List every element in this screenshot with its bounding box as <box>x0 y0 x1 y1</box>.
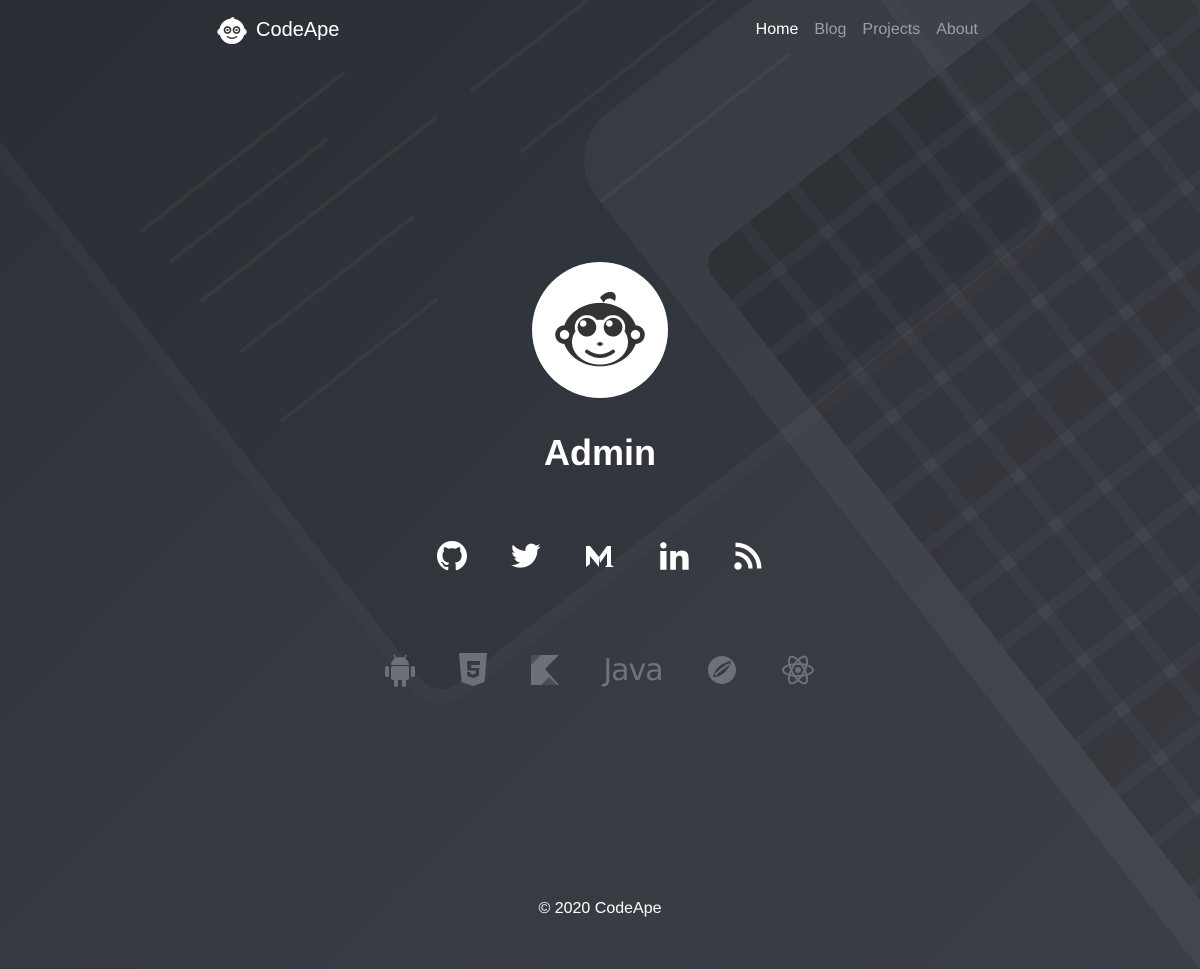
rss-icon[interactable] <box>732 538 764 574</box>
brand-link[interactable]: CodeApe <box>216 14 339 46</box>
monkey-logo-icon <box>217 17 247 45</box>
brand-name: CodeApe <box>256 18 340 41</box>
monkey-avatar-icon <box>555 291 645 367</box>
html5-icon <box>459 650 488 690</box>
top-navbar: CodeApe Home Blog Projects About <box>0 0 1200 64</box>
nav-blog[interactable]: Blog <box>814 21 846 39</box>
nav-home[interactable]: Home <box>756 21 799 39</box>
nav-about[interactable]: About <box>936 21 978 39</box>
spring-icon <box>707 650 737 690</box>
social-links <box>0 538 1200 574</box>
tech-stack: Java <box>0 650 1200 690</box>
footer-copyright: © 2020 CodeApe <box>538 900 662 917</box>
nav-menu: Home Blog Projects About <box>756 21 978 39</box>
github-icon[interactable] <box>436 538 468 574</box>
android-icon <box>385 650 416 690</box>
kotlin-icon <box>531 650 560 690</box>
profile-name: Admin <box>544 432 656 473</box>
background-image <box>0 0 1200 969</box>
java-logo: Java <box>603 652 663 688</box>
twitter-icon[interactable] <box>510 538 542 574</box>
nav-projects[interactable]: Projects <box>862 21 920 39</box>
medium-icon[interactable] <box>584 538 616 574</box>
linkedin-icon[interactable] <box>658 538 690 574</box>
react-icon <box>781 650 815 690</box>
avatar <box>532 262 668 398</box>
